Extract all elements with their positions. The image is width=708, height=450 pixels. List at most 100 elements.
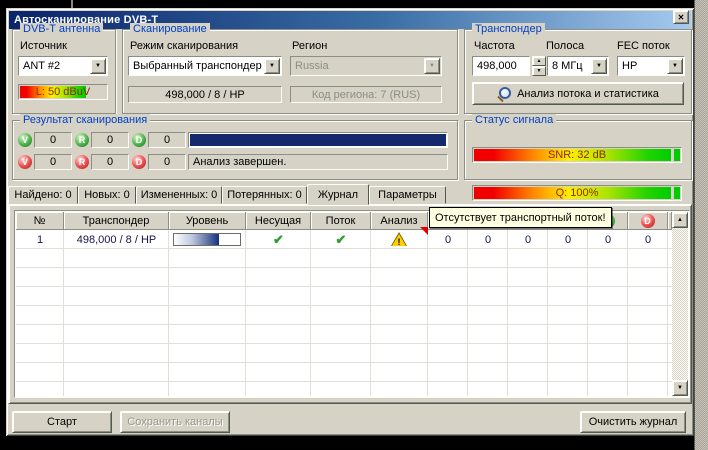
found-data-count: 0	[148, 132, 186, 148]
background-window-sliver	[694, 0, 708, 450]
scan-progress-fill	[190, 134, 446, 146]
scan-status-text: Анализ завершен.	[188, 154, 448, 170]
fec-combo-button[interactable]: ▼	[667, 58, 683, 74]
chevron-down-icon: ▼	[596, 63, 602, 69]
titlebar[interactable]: Автосканирование DVB-T	[9, 11, 691, 29]
found-radio-count: 0	[91, 132, 129, 148]
scan-mode-value: Выбранный транспондер	[133, 57, 262, 75]
clear-journal-button[interactable]: Очистить журнал	[580, 411, 686, 433]
lost-data-badge: D	[132, 155, 146, 169]
col-header-carrier[interactable]: Несущая	[246, 212, 311, 230]
lost-radio-badge: R	[75, 155, 89, 169]
row-carrier-ok: ✔	[246, 230, 311, 249]
chevron-down-icon: ▼	[95, 63, 101, 69]
source-combo-button[interactable]: ▼	[90, 58, 106, 74]
row-level-bar	[173, 233, 241, 246]
lost-video-badge: V	[18, 155, 32, 169]
dialog-autoscan-dvbt: Автосканирование DVB-T ✕ DVB-T антенна И…	[6, 8, 694, 436]
chevron-down-icon: ▼	[429, 63, 435, 69]
col-header-stream[interactable]: Поток	[311, 212, 371, 230]
bandwidth-label: Полоса	[546, 40, 584, 52]
journal-grid[interactable]: № Транспондер Уровень Несущая Поток Анал…	[14, 210, 690, 398]
arrow-down-icon: ▼	[677, 385, 683, 391]
col-header-transponder[interactable]: Транспондер	[64, 212, 169, 230]
row-count-5: 0	[588, 230, 628, 249]
scan-mode-combo-button[interactable]: ▼	[264, 58, 280, 74]
tab-changed[interactable]: Измененных: 0	[136, 186, 222, 204]
group-title-transponder: Транспондер	[472, 23, 545, 35]
chevron-down-icon: ▼	[672, 63, 678, 69]
antenna-level-bar: L: 50 dBuV	[18, 84, 108, 100]
snr-text: SNR: 32 dB	[473, 148, 681, 162]
start-button[interactable]: Старт	[12, 411, 112, 433]
fec-combo[interactable]: HP ▼	[617, 56, 685, 76]
save-channels-label: Сохранить каналы	[127, 416, 222, 428]
source-combo[interactable]: ANT #2 ▼	[18, 56, 108, 76]
group-title-signal: Статус сигнала	[472, 114, 556, 126]
scan-mode-combo[interactable]: Выбранный транспондер ▼	[128, 56, 282, 76]
lost-radio-count: 0	[91, 154, 129, 170]
region-code-readout: Код региона: 7 (RUS)	[290, 86, 442, 103]
found-video-count: 0	[34, 132, 72, 148]
region-combo-button: ▼	[424, 58, 440, 74]
close-button[interactable]: ✕	[673, 10, 689, 24]
magnifier-icon	[497, 87, 511, 101]
found-data-badge: D	[132, 133, 146, 147]
close-icon: ✕	[678, 13, 685, 22]
quality-text: Q: 100%	[473, 186, 681, 200]
tab-parameters-label: Параметры	[378, 189, 437, 201]
frequency-label: Частота	[474, 40, 515, 52]
tooltip-anchor-marker	[420, 227, 428, 235]
warning-exclamation: !	[391, 237, 407, 247]
screen: Автосканирование DVB-T ✕ DVB-T антенна И…	[0, 0, 708, 450]
scan-progress-bar	[188, 132, 448, 148]
spin-up-button[interactable]: ▲	[532, 56, 546, 66]
found-video-badge: V	[18, 133, 32, 147]
found-radio-badge: R	[75, 133, 89, 147]
vertical-scrollbar[interactable]: ▲ ▼	[672, 212, 688, 396]
scroll-down-button[interactable]: ▼	[672, 380, 688, 396]
tab-journal-label: Журнал	[318, 189, 358, 201]
region-label: Регион	[292, 40, 327, 52]
frequency-field[interactable]: 498,000	[472, 56, 530, 76]
snr-bar: SNR: 32 dB	[472, 147, 682, 163]
row-stream-ok: ✔	[311, 230, 371, 249]
spin-down-button[interactable]: ▼	[532, 66, 546, 76]
tab-new-label: Новых: 0	[84, 189, 130, 201]
col-header-data-lost[interactable]: D	[628, 212, 668, 230]
grid-body	[16, 230, 672, 396]
tab-new[interactable]: Новых: 0	[78, 186, 136, 204]
tooltip-text: Отсутствует транспортный поток!	[435, 212, 606, 224]
tab-journal[interactable]: Журнал	[307, 184, 369, 205]
row-count-6: 0	[628, 230, 668, 249]
analyze-stream-button[interactable]: Анализ потока и статистика	[472, 82, 684, 105]
bandwidth-combo-button[interactable]: ▼	[591, 58, 607, 74]
tab-lost-label: Потерянных: 0	[227, 189, 302, 201]
col-header-level[interactable]: Уровень	[169, 212, 246, 230]
tab-lost[interactable]: Потерянных: 0	[222, 186, 307, 204]
row-level-fill	[174, 234, 219, 245]
fec-value: HP	[622, 57, 637, 75]
bandwidth-combo[interactable]: 8 МГц ▼	[547, 56, 609, 76]
row-transponder: 498,000 / 8 / HP	[64, 230, 169, 249]
lost-video-count: 0	[34, 154, 72, 170]
tab-changed-label: Измененных: 0	[141, 189, 218, 201]
scroll-up-button[interactable]: ▲	[672, 212, 688, 228]
data-red-badge-icon: D	[641, 214, 655, 228]
save-channels-button: Сохранить каналы	[120, 411, 230, 433]
table-row[interactable]: 1 498,000 / 8 / HP ✔ ✔ ! 0 0 0 0 0 0	[16, 230, 672, 249]
group-title-antenna: DVB-T антенна	[20, 23, 103, 35]
fec-label: FEC поток	[617, 40, 670, 52]
tab-found-label: Найдено: 0	[14, 189, 71, 201]
region-combo: Russia ▼	[290, 56, 442, 76]
col-header-num[interactable]: №	[16, 212, 64, 230]
tab-parameters[interactable]: Параметры	[369, 186, 446, 204]
tab-found[interactable]: Найдено: 0	[8, 186, 78, 204]
analyze-stream-label: Анализ потока и статистика	[517, 88, 659, 100]
bandwidth-value: 8 МГц	[552, 57, 583, 75]
frequency-spinner: ▲ ▼	[532, 56, 546, 76]
row-count-2: 0	[468, 230, 508, 249]
group-title-scanning: Сканирование	[130, 23, 210, 35]
check-icon: ✔	[273, 232, 284, 248]
clear-journal-label: Очистить журнал	[589, 416, 678, 428]
